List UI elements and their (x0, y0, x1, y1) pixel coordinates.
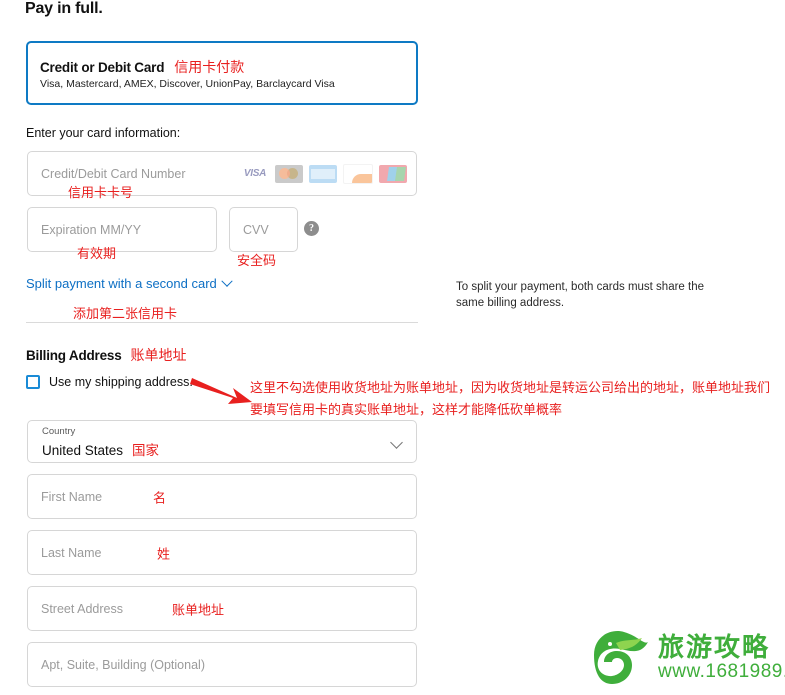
last-name-placeholder: Last Name (41, 545, 102, 560)
street-address-placeholder: Street Address (41, 601, 123, 616)
street-address-annotation: 账单地址 (172, 602, 225, 617)
page-title: Pay in full. (25, 0, 103, 17)
watermark-logo-icon (594, 631, 648, 684)
country-annotation: 国家 (132, 443, 160, 458)
chevron-down-icon (221, 275, 233, 287)
split-payment-label: Split payment with a second card (26, 276, 217, 291)
expiration-placeholder: Expiration MM/YY (41, 222, 142, 237)
visa-icon: VISA (241, 164, 269, 183)
use-shipping-address-label: Use my shipping address. (49, 375, 193, 389)
payment-method-title: Credit or Debit Card (40, 60, 165, 75)
country-value: United States (42, 443, 124, 458)
payment-method-subtitle: Visa, Mastercard, AMEX, Discover, UnionP… (40, 78, 335, 90)
billing-address-heading-annotation: 账单地址 (130, 347, 187, 363)
cvv-input[interactable]: CVV (229, 207, 298, 252)
watermark: 旅游攻略 www.1681989.cn (586, 625, 785, 691)
card-info-label: Enter your card information: (26, 126, 181, 140)
payment-method-title-row: Credit or Debit Card 信用卡付款 (40, 57, 244, 77)
billing-address-annotation: 这里不勾选使用收货地址为账单地址，因为收货地址是转运公司给出的地址，账单地址我们… (250, 380, 771, 417)
payment-method-credit-card[interactable]: Credit or Debit Card 信用卡付款 Visa, Masterc… (26, 41, 418, 105)
expiration-input[interactable]: Expiration MM/YY (27, 207, 217, 252)
first-name-annotation: 名 (153, 490, 167, 505)
apt-suite-placeholder: Apt, Suite, Building (Optional) (41, 657, 205, 672)
billing-address-heading: Billing Address 账单地址 (26, 345, 187, 365)
watermark-title: 旅游攻略 (658, 632, 771, 662)
last-name-input[interactable]: Last Name 姓 (27, 530, 417, 575)
last-name-annotation: 姓 (157, 546, 171, 561)
chevron-down-icon[interactable] (390, 436, 403, 449)
use-shipping-address-row[interactable]: Use my shipping address. (26, 375, 193, 389)
cvv-placeholder: CVV (243, 222, 269, 237)
apt-suite-input[interactable]: Apt, Suite, Building (Optional) (27, 642, 417, 687)
accepted-card-logos: VISA (241, 163, 407, 184)
card-number-placeholder: Credit/Debit Card Number (41, 166, 186, 181)
unionpay-icon (379, 164, 407, 183)
expiration-annotation: 有效期 (77, 246, 117, 261)
first-name-placeholder: First Name (41, 489, 103, 504)
split-payment-note: To split your payment, both cards must s… (456, 281, 705, 309)
country-select[interactable]: Country United States 国家 (27, 420, 417, 463)
use-shipping-address-checkbox[interactable] (26, 375, 40, 389)
first-name-input[interactable]: First Name 名 (27, 474, 417, 519)
split-payment-link[interactable]: Split payment with a second card (26, 275, 233, 291)
country-value-row: United States 国家 (42, 439, 159, 459)
street-address-input[interactable]: Street Address 账单地址 (27, 586, 417, 631)
cvv-annotation: 安全码 (237, 253, 277, 268)
split-payment-annotation: 添加第二张信用卡 (73, 306, 178, 321)
watermark-url: www.1681989.cn (658, 661, 785, 682)
amex-icon (309, 164, 337, 183)
billing-address-heading-label: Billing Address (26, 348, 122, 363)
mastercard-icon (275, 164, 303, 183)
annotation-arrow (190, 376, 254, 410)
discover-icon (343, 163, 373, 184)
card-number-annotation: 信用卡卡号 (68, 185, 134, 200)
checkout-payment-page: Pay in full. Credit or Debit Card 信用卡付款 … (0, 0, 785, 695)
payment-method-title-annotation: 信用卡付款 (174, 59, 245, 75)
help-icon[interactable]: ? (304, 221, 319, 236)
section-divider (26, 322, 418, 323)
country-label: Country (42, 426, 76, 437)
